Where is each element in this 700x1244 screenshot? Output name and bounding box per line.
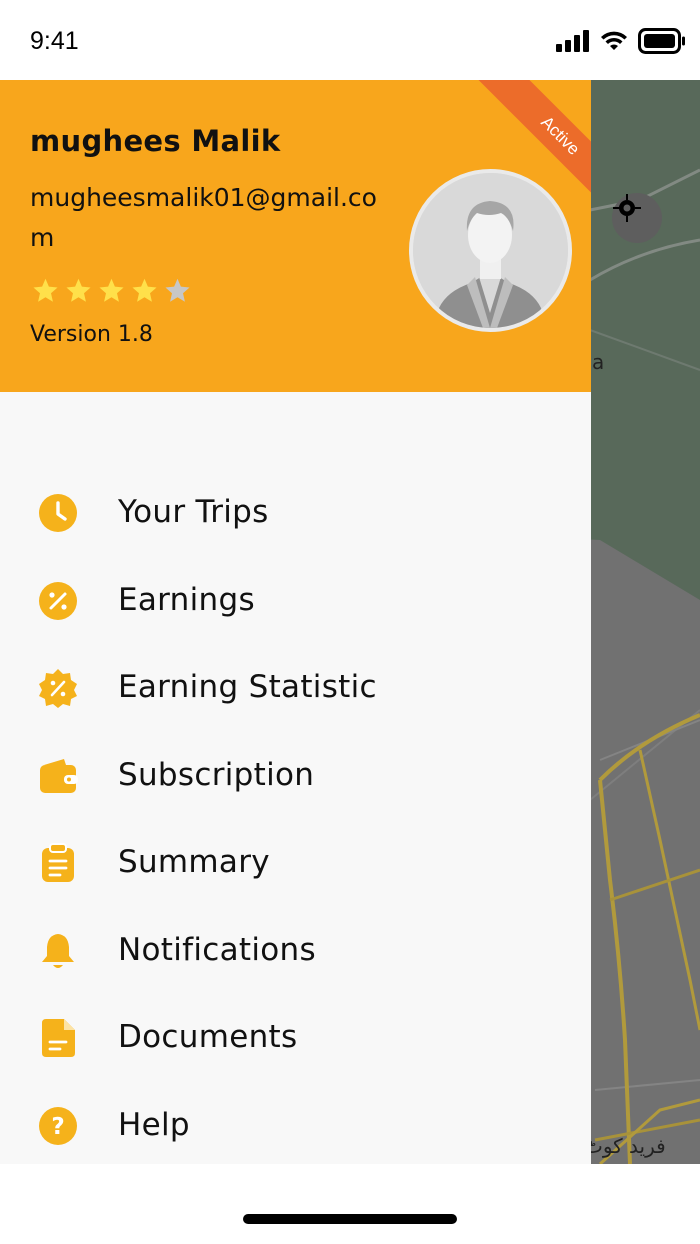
menu-item-subscription[interactable]: Subscription	[0, 741, 591, 811]
map-place-label: فرید کوٹ	[584, 1134, 666, 1158]
bell-icon	[38, 931, 78, 971]
status-bar: 9:41	[0, 0, 700, 80]
home-indicator-area	[0, 1164, 700, 1244]
crosshair-icon	[613, 194, 641, 222]
wallet-icon	[38, 756, 78, 796]
star-filled-icon	[33, 278, 58, 302]
menu-item-notifications[interactable]: Notifications	[0, 916, 591, 986]
menu-item-label: Earnings	[118, 582, 255, 618]
menu-item-label: Earning Statistic	[118, 669, 377, 705]
help-circle-icon: ?	[38, 1106, 78, 1146]
user-email: mugheesmalik01@gmail.com	[30, 183, 377, 252]
user-name: mughees Malik	[30, 124, 281, 158]
star-filled-icon	[99, 278, 124, 302]
wifi-icon	[601, 31, 627, 50]
avatar[interactable]	[409, 169, 572, 332]
percent-circle-icon	[38, 581, 78, 621]
status-ribbon-label: Active	[537, 112, 584, 159]
discount-badge-icon	[38, 668, 78, 708]
map-label: a	[592, 350, 605, 374]
star-empty-icon	[165, 278, 190, 302]
menu-item-label: Notifications	[118, 932, 316, 968]
svg-text:?: ?	[51, 1114, 64, 1140]
navigation-drawer: mughees Malik mugheesmalik01@gmail.com V…	[0, 80, 591, 1164]
star-filled-icon	[66, 278, 91, 302]
menu-item-earnings[interactable]: Earnings	[0, 566, 591, 636]
menu-item-earning-statistic[interactable]: Earning Statistic	[0, 653, 591, 723]
document-icon	[38, 1018, 78, 1058]
menu-item-label: Your Trips	[118, 494, 269, 530]
status-icons	[556, 27, 686, 55]
home-indicator[interactable]	[243, 1214, 457, 1224]
driver-rating	[32, 277, 191, 304]
status-time: 9:41	[30, 27, 79, 55]
clock-icon	[38, 493, 78, 533]
menu-item-summary[interactable]: Summary	[0, 828, 591, 898]
star-filled-icon	[132, 278, 157, 302]
menu-item-label: Help	[118, 1107, 190, 1143]
menu-item-label: Subscription	[118, 757, 315, 793]
person-silhouette-icon	[413, 173, 568, 328]
menu-item-help[interactable]: ? Help	[0, 1091, 591, 1161]
drawer-header: mughees Malik mugheesmalik01@gmail.com V…	[0, 80, 591, 392]
menu-item-documents[interactable]: Documents	[0, 1003, 591, 1073]
menu-item-your-trips[interactable]: Your Trips	[0, 478, 591, 548]
app-version: Version 1.8	[30, 322, 153, 347]
cellular-signal-icon	[556, 30, 589, 52]
locate-me-button[interactable]	[612, 193, 662, 243]
menu-item-label: Documents	[118, 1019, 298, 1055]
menu-item-label: Summary	[118, 844, 270, 880]
clipboard-icon	[38, 843, 78, 883]
battery-icon	[638, 28, 685, 54]
